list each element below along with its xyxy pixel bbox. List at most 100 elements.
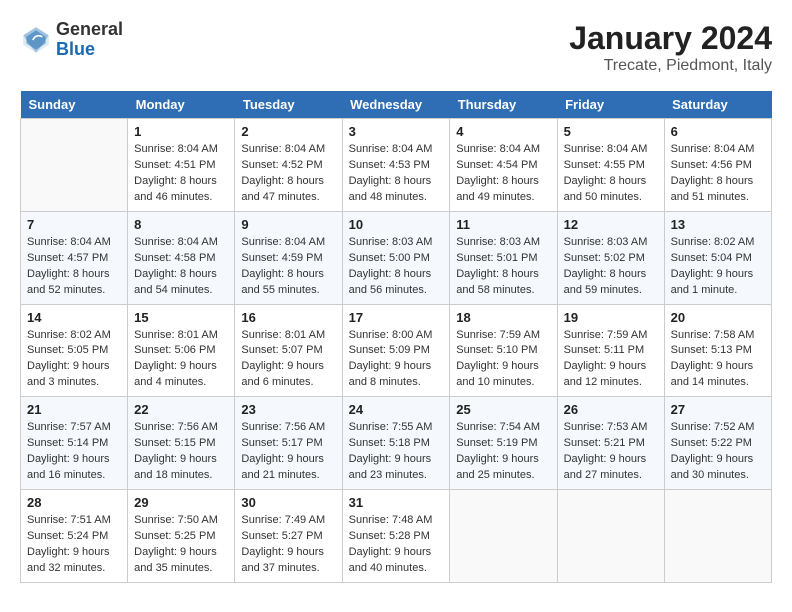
calendar-cell: 7Sunrise: 8:04 AMSunset: 4:57 PMDaylight… (21, 211, 128, 304)
day-number: 29 (134, 495, 228, 510)
calendar-cell (21, 119, 128, 212)
calendar-cell (664, 490, 771, 583)
day-info: Sunrise: 7:56 AMSunset: 5:15 PMDaylight:… (134, 420, 228, 484)
day-info: Sunrise: 8:03 AMSunset: 5:01 PMDaylight:… (456, 235, 550, 299)
day-info: Sunrise: 7:59 AMSunset: 5:11 PMDaylight:… (564, 328, 658, 392)
week-row-3: 14Sunrise: 8:02 AMSunset: 5:05 PMDayligh… (21, 304, 772, 397)
day-number: 8 (134, 217, 228, 232)
calendar-cell: 20Sunrise: 7:58 AMSunset: 5:13 PMDayligh… (664, 304, 771, 397)
calendar-cell: 17 Sunrise: 8:00 AMSunset: 5:09 PMDayligh… (342, 304, 450, 397)
day-number: 14 (27, 310, 121, 325)
calendar-cell: 27Sunrise: 7:52 AMSunset: 5:22 PMDayligh… (664, 397, 771, 490)
day-info: Sunrise: 7:53 AMSunset: 5:21 PMDaylight:… (564, 420, 658, 484)
day-number: 11 (456, 217, 550, 232)
calendar-cell: 14Sunrise: 8:02 AMSunset: 5:05 PMDayligh… (21, 304, 128, 397)
day-number: 18 (456, 310, 550, 325)
day-number: 21 (27, 402, 121, 417)
day-number: 12 (564, 217, 658, 232)
calendar-cell: 28Sunrise: 7:51 AMSunset: 5:24 PMDayligh… (21, 490, 128, 583)
calendar-cell: 1 Sunrise: 8:04 AMSunset: 4:51 PMDaylight… (128, 119, 235, 212)
day-number: 9 (241, 217, 335, 232)
day-info: Sunrise: 7:58 AMSunset: 5:13 PMDaylight:… (671, 328, 765, 392)
calendar-cell: 6 Sunrise: 8:04 AMSunset: 4:56 PMDaylight… (664, 119, 771, 212)
calendar-cell: 18Sunrise: 7:59 AMSunset: 5:10 PMDayligh… (450, 304, 557, 397)
page-title: January 2024 (569, 20, 772, 57)
header-day-friday: Friday (557, 91, 664, 119)
day-number: 17 (349, 310, 444, 325)
header-day-monday: Monday (128, 91, 235, 119)
week-row-5: 28Sunrise: 7:51 AMSunset: 5:24 PMDayligh… (21, 490, 772, 583)
day-info: Sunrise: 7:51 AMSunset: 5:24 PMDaylight:… (27, 513, 121, 577)
calendar-cell: 10Sunrise: 8:03 AMSunset: 5:00 PMDayligh… (342, 211, 450, 304)
day-number: 2 (241, 124, 335, 139)
day-info: Sunrise: 8:04 AMSunset: 4:55 PMDaylight:… (564, 142, 658, 206)
day-info: Sunrise: 8:02 AMSunset: 5:04 PMDaylight:… (671, 235, 765, 299)
calendar-cell: 29 Sunrise: 7:50 AMSunset: 5:25 PMDayligh… (128, 490, 235, 583)
calendar-cell: 22 Sunrise: 7:56 AMSunset: 5:15 PMDayligh… (128, 397, 235, 490)
day-info: Sunrise: 7:50 AMSunset: 5:25 PMDaylight:… (134, 513, 228, 577)
calendar-cell: 25 Sunrise: 7:54 AMSunset: 5:19 PMDayligh… (450, 397, 557, 490)
calendar-table: SundayMondayTuesdayWednesdayThursdayFrid… (20, 91, 772, 583)
calendar-cell: 5 Sunrise: 8:04 AMSunset: 4:55 PMDaylight… (557, 119, 664, 212)
logo: General Blue (20, 20, 123, 60)
day-number: 23 (241, 402, 335, 417)
day-number: 5 (564, 124, 658, 139)
calendar-cell: 30 Sunrise: 7:49 AMSunset: 5:27 PMDayligh… (235, 490, 342, 583)
day-info: Sunrise: 8:04 AMSunset: 4:51 PMDaylight:… (134, 142, 228, 206)
title-block: January 2024 Trecate, Piedmont, Italy (569, 20, 772, 75)
day-info: Sunrise: 7:52 AMSunset: 5:22 PMDaylight:… (671, 420, 765, 484)
calendar-cell: 2 Sunrise: 8:04 AMSunset: 4:52 PMDaylight… (235, 119, 342, 212)
day-info: Sunrise: 8:01 AMSunset: 5:07 PMDaylight:… (241, 328, 335, 392)
day-info: Sunrise: 8:04 AMSunset: 4:56 PMDaylight:… (671, 142, 765, 206)
header-day-sunday: Sunday (21, 91, 128, 119)
header-day-wednesday: Wednesday (342, 91, 450, 119)
logo-general: General (56, 20, 123, 40)
week-row-2: 7Sunrise: 8:04 AMSunset: 4:57 PMDaylight… (21, 211, 772, 304)
day-info: Sunrise: 8:04 AMSunset: 4:52 PMDaylight:… (241, 142, 335, 206)
day-info: Sunrise: 8:04 AMSunset: 4:54 PMDaylight:… (456, 142, 550, 206)
day-number: 25 (456, 402, 550, 417)
calendar-cell: 31 Sunrise: 7:48 AMSunset: 5:28 PMDayligh… (342, 490, 450, 583)
logo-icon (20, 24, 52, 56)
day-number: 1 (134, 124, 228, 139)
day-number: 30 (241, 495, 335, 510)
page-subtitle: Trecate, Piedmont, Italy (569, 57, 772, 75)
calendar-cell: 11 Sunrise: 8:03 AMSunset: 5:01 PMDayligh… (450, 211, 557, 304)
calendar-cell: 13Sunrise: 8:02 AMSunset: 5:04 PMDayligh… (664, 211, 771, 304)
day-number: 22 (134, 402, 228, 417)
day-info: Sunrise: 7:57 AMSunset: 5:14 PMDaylight:… (27, 420, 121, 484)
calendar-header: SundayMondayTuesdayWednesdayThursdayFrid… (21, 91, 772, 119)
day-info: Sunrise: 8:04 AMSunset: 4:58 PMDaylight:… (134, 235, 228, 299)
day-number: 16 (241, 310, 335, 325)
day-number: 31 (349, 495, 444, 510)
calendar-body: 1 Sunrise: 8:04 AMSunset: 4:51 PMDaylight… (21, 119, 772, 583)
day-number: 4 (456, 124, 550, 139)
page-header: General Blue January 2024 Trecate, Piedm… (20, 20, 772, 75)
day-info: Sunrise: 8:00 AMSunset: 5:09 PMDaylight:… (349, 328, 444, 392)
header-day-thursday: Thursday (450, 91, 557, 119)
week-row-4: 21 Sunrise: 7:57 AMSunset: 5:14 PMDayligh… (21, 397, 772, 490)
calendar-cell: 12 Sunrise: 8:03 AMSunset: 5:02 PMDayligh… (557, 211, 664, 304)
calendar-cell: 21 Sunrise: 7:57 AMSunset: 5:14 PMDayligh… (21, 397, 128, 490)
day-info: Sunrise: 8:01 AMSunset: 5:06 PMDaylight:… (134, 328, 228, 392)
day-info: Sunrise: 7:48 AMSunset: 5:28 PMDaylight:… (349, 513, 444, 577)
calendar-cell (557, 490, 664, 583)
day-info: Sunrise: 8:03 AMSunset: 5:02 PMDaylight:… (564, 235, 658, 299)
day-number: 6 (671, 124, 765, 139)
day-info: Sunrise: 8:04 AMSunset: 4:59 PMDaylight:… (241, 235, 335, 299)
day-number: 26 (564, 402, 658, 417)
day-info: Sunrise: 7:49 AMSunset: 5:27 PMDaylight:… (241, 513, 335, 577)
calendar-cell: 26 Sunrise: 7:53 AMSunset: 5:21 PMDayligh… (557, 397, 664, 490)
calendar-cell: 15 Sunrise: 8:01 AMSunset: 5:06 PMDayligh… (128, 304, 235, 397)
day-number: 19 (564, 310, 658, 325)
day-info: Sunrise: 7:54 AMSunset: 5:19 PMDaylight:… (456, 420, 550, 484)
week-row-1: 1 Sunrise: 8:04 AMSunset: 4:51 PMDaylight… (21, 119, 772, 212)
day-number: 15 (134, 310, 228, 325)
day-info: Sunrise: 8:04 AMSunset: 4:57 PMDaylight:… (27, 235, 121, 299)
day-info: Sunrise: 7:55 AMSunset: 5:18 PMDaylight:… (349, 420, 444, 484)
day-number: 10 (349, 217, 444, 232)
calendar-cell: 16 Sunrise: 8:01 AMSunset: 5:07 PMDayligh… (235, 304, 342, 397)
calendar-cell: 4 Sunrise: 8:04 AMSunset: 4:54 PMDaylight… (450, 119, 557, 212)
calendar-cell: 19 Sunrise: 7:59 AMSunset: 5:11 PMDayligh… (557, 304, 664, 397)
header-row: SundayMondayTuesdayWednesdayThursdayFrid… (21, 91, 772, 119)
